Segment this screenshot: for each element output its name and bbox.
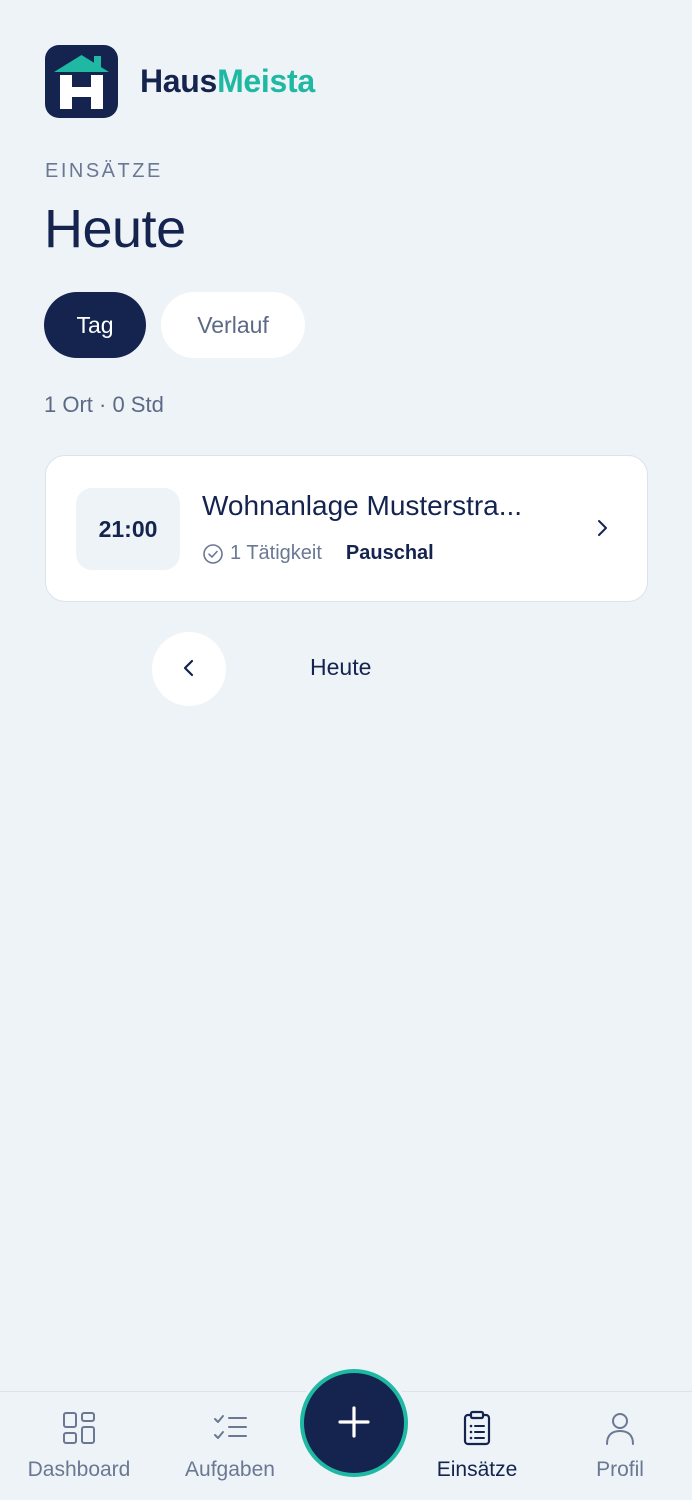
nav-label-profil: Profil	[596, 1458, 644, 1481]
nav-item-aufgaben[interactable]: Aufgaben	[160, 1410, 300, 1482]
assignment-card[interactable]: 21:00 Wohnanlage Musterstra... 1 Tätigke…	[45, 455, 648, 602]
page: HausMeista EINSÄTZE Heute Tag Verlauf 1 …	[0, 0, 692, 1500]
checklist-icon	[212, 1410, 248, 1446]
brand-name-part1: Haus	[140, 63, 218, 99]
plus-icon	[337, 1405, 371, 1442]
logo-icon	[45, 45, 118, 118]
clipboard-icon	[459, 1410, 495, 1446]
nav-item-profil[interactable]: Profil	[550, 1410, 690, 1482]
nav-label-dashboard: Dashboard	[27, 1458, 131, 1481]
nav-item-einsaetze[interactable]: Einsätze	[407, 1410, 547, 1482]
brand: HausMeista	[45, 45, 315, 118]
tab-tag[interactable]: Tag	[44, 292, 146, 358]
billing-type: Pauschal	[345, 542, 434, 564]
nav-label-einsaetze: Einsätze	[436, 1458, 518, 1481]
dashboard-icon	[61, 1410, 97, 1446]
add-button[interactable]	[300, 1369, 408, 1477]
assignment-meta: 1 Tätigkeit Pauschal	[202, 542, 434, 565]
day-summary: 1 Ort · 0 Std	[44, 392, 164, 417]
activity-count: 1 Tätigkeit	[230, 542, 322, 564]
current-day-label: Heute	[310, 654, 372, 680]
chevron-right-icon	[595, 516, 611, 540]
check-circle-icon	[202, 543, 224, 565]
page-title: Heute	[44, 199, 186, 259]
nav-item-dashboard[interactable]: Dashboard	[9, 1410, 149, 1482]
previous-day-button[interactable]	[152, 632, 226, 706]
user-icon	[602, 1410, 638, 1446]
chevron-left-icon	[181, 656, 197, 683]
assignment-time: 21:00	[76, 488, 180, 570]
tab-verlauf[interactable]: Verlauf	[161, 292, 305, 358]
brand-name: HausMeista	[140, 63, 315, 100]
assignment-title: Wohnanlage Musterstra...	[202, 490, 523, 521]
brand-name-part2: Meista	[217, 63, 315, 99]
section-eyebrow: EINSÄTZE	[45, 160, 163, 182]
view-tabs: Tag Verlauf	[44, 292, 305, 358]
nav-label-aufgaben: Aufgaben	[185, 1458, 275, 1481]
